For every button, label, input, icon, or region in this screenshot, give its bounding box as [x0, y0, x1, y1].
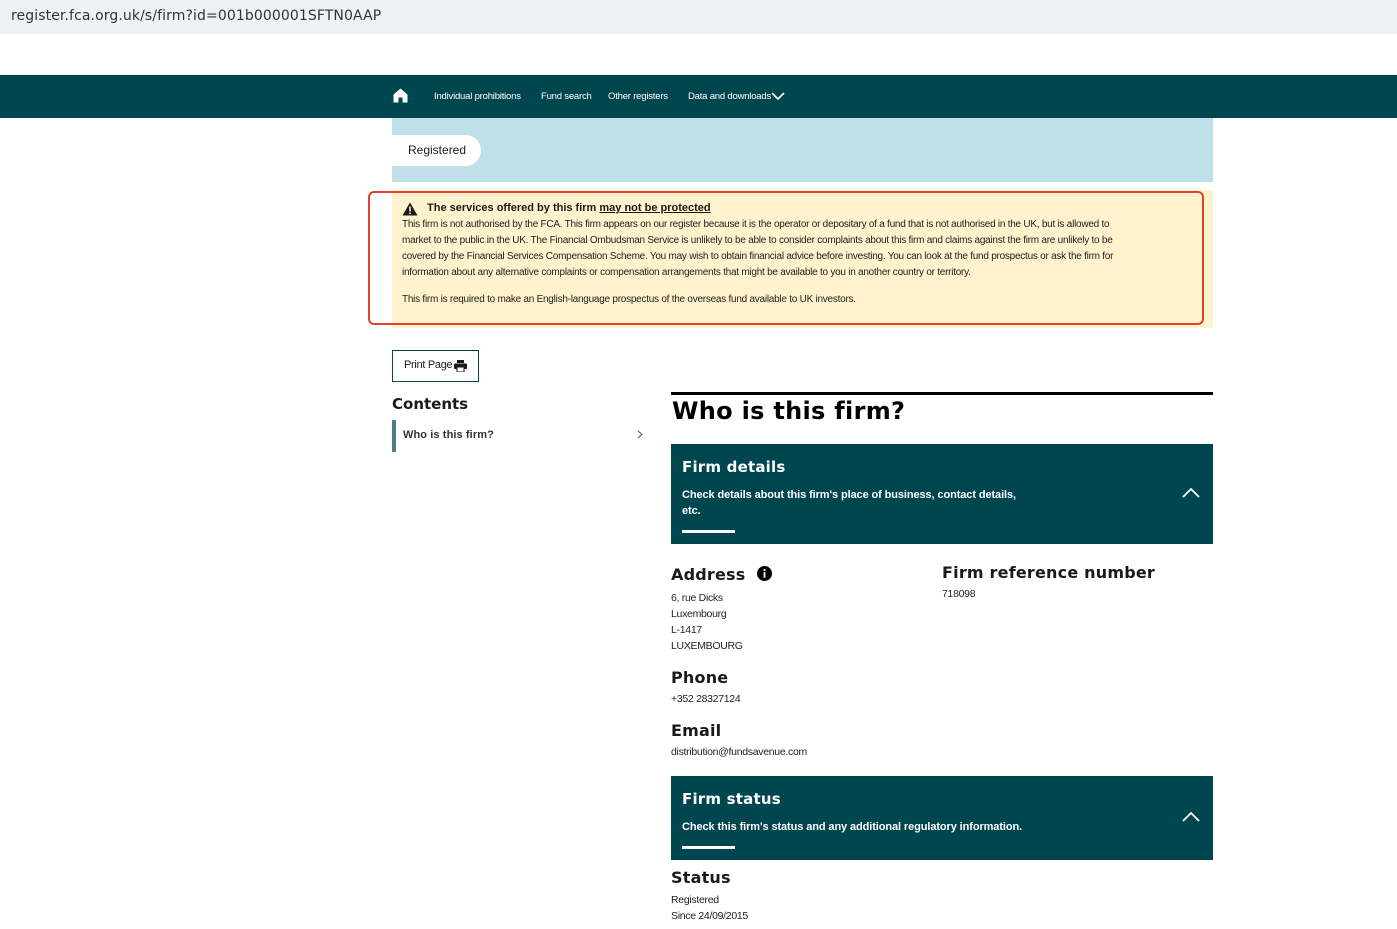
frn-value: 718098	[942, 588, 976, 600]
warning-line: This firm is not authorised by the FCA. …	[402, 219, 1110, 230]
chevron-up-icon[interactable]	[1182, 488, 1200, 498]
nav-data-and-downloads[interactable]: Data and downloads	[688, 91, 771, 102]
home-icon[interactable]	[393, 88, 408, 103]
frn-heading: Firm reference number	[942, 563, 1155, 582]
status-since: Since 24/09/2015	[671, 910, 748, 922]
email-heading: Email	[671, 721, 722, 740]
warning-line: covered by the Financial Services Compen…	[402, 251, 1114, 262]
nav-other-registers[interactable]: Other registers	[608, 91, 668, 102]
phone-heading: Phone	[671, 668, 729, 687]
warning-paragraph-2: This firm is required to make an English…	[402, 294, 856, 305]
address-line: LUXEMBOURG	[671, 640, 743, 652]
page-title: Who is this firm?	[672, 397, 906, 425]
accordion-indicator-bar	[682, 530, 735, 533]
warning-line: market to the public in the UK. The Fina…	[402, 235, 1113, 246]
print-page-label: Print Page	[404, 359, 453, 371]
contents-heading: Contents	[392, 395, 469, 413]
status-banner	[392, 118, 1213, 182]
warning-title-text: The services offered by this firm	[427, 202, 600, 214]
firm-status-accordion[interactable]: Firm status Check this firm's status and…	[671, 776, 1213, 860]
address-line: 6, rue Dicks	[671, 592, 723, 604]
nav-individual-prohibitions[interactable]: Individual prohibitions	[434, 91, 521, 102]
status-badge: Registered	[392, 135, 481, 166]
printer-icon	[454, 360, 467, 372]
url-text[interactable]: register.fca.org.uk/s/firm?id=001b000001…	[11, 8, 381, 24]
firm-details-desc-line: etc.	[682, 505, 701, 517]
address-heading: Address	[671, 565, 773, 584]
warning-title: The services offered by this firm may no…	[427, 202, 711, 214]
address-value: 6, rue Dicks Luxembourg L-1417 LUXEMBOUR…	[671, 590, 743, 654]
contents-item-label: Who is this firm?	[403, 429, 494, 441]
address-line: Luxembourg	[671, 608, 727, 620]
contents-item-who-is-this-firm[interactable]: Who is this firm?	[392, 420, 645, 452]
browser-address-bar[interactable]: register.fca.org.uk/s/firm?id=001b000001…	[0, 0, 1397, 34]
firm-details-accordion[interactable]: Firm details Check details about this fi…	[671, 444, 1213, 544]
address-heading-text: Address	[671, 565, 746, 584]
status-heading: Status	[671, 868, 731, 887]
firm-details-title: Firm details	[682, 458, 786, 476]
warning-icon	[402, 202, 418, 216]
chevron-down-icon[interactable]	[771, 92, 785, 101]
firm-details-desc-line: Check details about this firm's place of…	[682, 489, 1016, 501]
accordion-indicator-bar	[682, 846, 735, 849]
chevron-right-icon	[637, 430, 643, 439]
warning-line: information about any alternative compla…	[402, 267, 971, 278]
phone-value: +352 28327124	[671, 693, 741, 705]
info-icon[interactable]	[757, 566, 773, 581]
warning-paragraph-1: This firm is not authorised by the FCA. …	[402, 217, 1192, 281]
main-navigation: Individual prohibitions Fund search Othe…	[0, 75, 1397, 118]
section-divider	[671, 392, 1213, 395]
firm-status-title: Firm status	[682, 790, 781, 808]
firm-status-description: Check this firm's status and any additio…	[682, 821, 1023, 833]
status-value: Registered Since 24/09/2015	[671, 892, 748, 924]
address-line: L-1417	[671, 624, 702, 636]
nav-fund-search[interactable]: Fund search	[541, 91, 592, 102]
status-text: Registered	[671, 894, 719, 906]
print-page-button[interactable]: Print Page	[392, 350, 479, 382]
email-value: distribution@fundsavenue.com	[671, 746, 807, 758]
firm-details-description: Check details about this firm's place of…	[682, 487, 1042, 519]
chevron-up-icon[interactable]	[1182, 812, 1200, 822]
may-not-be-protected-link[interactable]: may not be protected	[599, 202, 710, 214]
